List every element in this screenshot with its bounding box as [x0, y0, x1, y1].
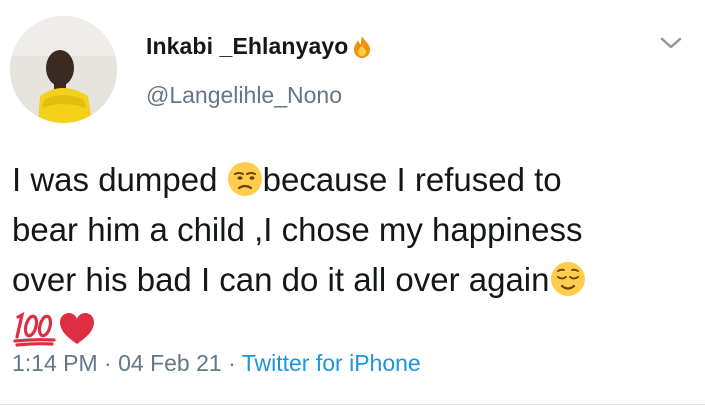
meta-separator: · — [221, 350, 242, 376]
display-name[interactable]: Inkabi _Ehlanyayo — [146, 33, 373, 60]
tweet-source-link[interactable]: Twitter for iPhone — [242, 350, 421, 376]
relieved-face-icon — [550, 261, 586, 311]
tweet-line-4 — [12, 305, 702, 355]
handle[interactable]: @Langelihle_Nono — [146, 82, 342, 109]
tweet-line-2: bear him a child ,I chose my happiness — [12, 211, 583, 248]
tweet-line-3: over his bad I can do it all over again — [12, 255, 702, 305]
tweet-date[interactable]: 04 Feb 21 — [118, 350, 222, 376]
tweet-text-part: because I refused to — [262, 161, 562, 198]
meta-separator: · — [97, 350, 119, 376]
tweet-text-part: I was dumped — [12, 161, 227, 198]
fire-icon — [351, 35, 373, 59]
display-name-text: Inkabi _Ehlanyayo — [146, 33, 349, 59]
divider — [0, 404, 705, 405]
tweet-meta: 1:14 PM · 04 Feb 21 · Twitter for iPhone — [12, 350, 421, 377]
tweet-time[interactable]: 1:14 PM — [12, 350, 98, 376]
avatar[interactable] — [10, 16, 117, 123]
tweet-text-part: over his bad I can do it all over again — [12, 261, 550, 298]
tweet-line-1: I was dumped because I refused to — [12, 155, 702, 205]
chevron-down-icon[interactable] — [658, 34, 684, 52]
tweet-text: I was dumped because I refused to bear h… — [12, 155, 702, 355]
unamused-face-icon — [227, 161, 263, 211]
